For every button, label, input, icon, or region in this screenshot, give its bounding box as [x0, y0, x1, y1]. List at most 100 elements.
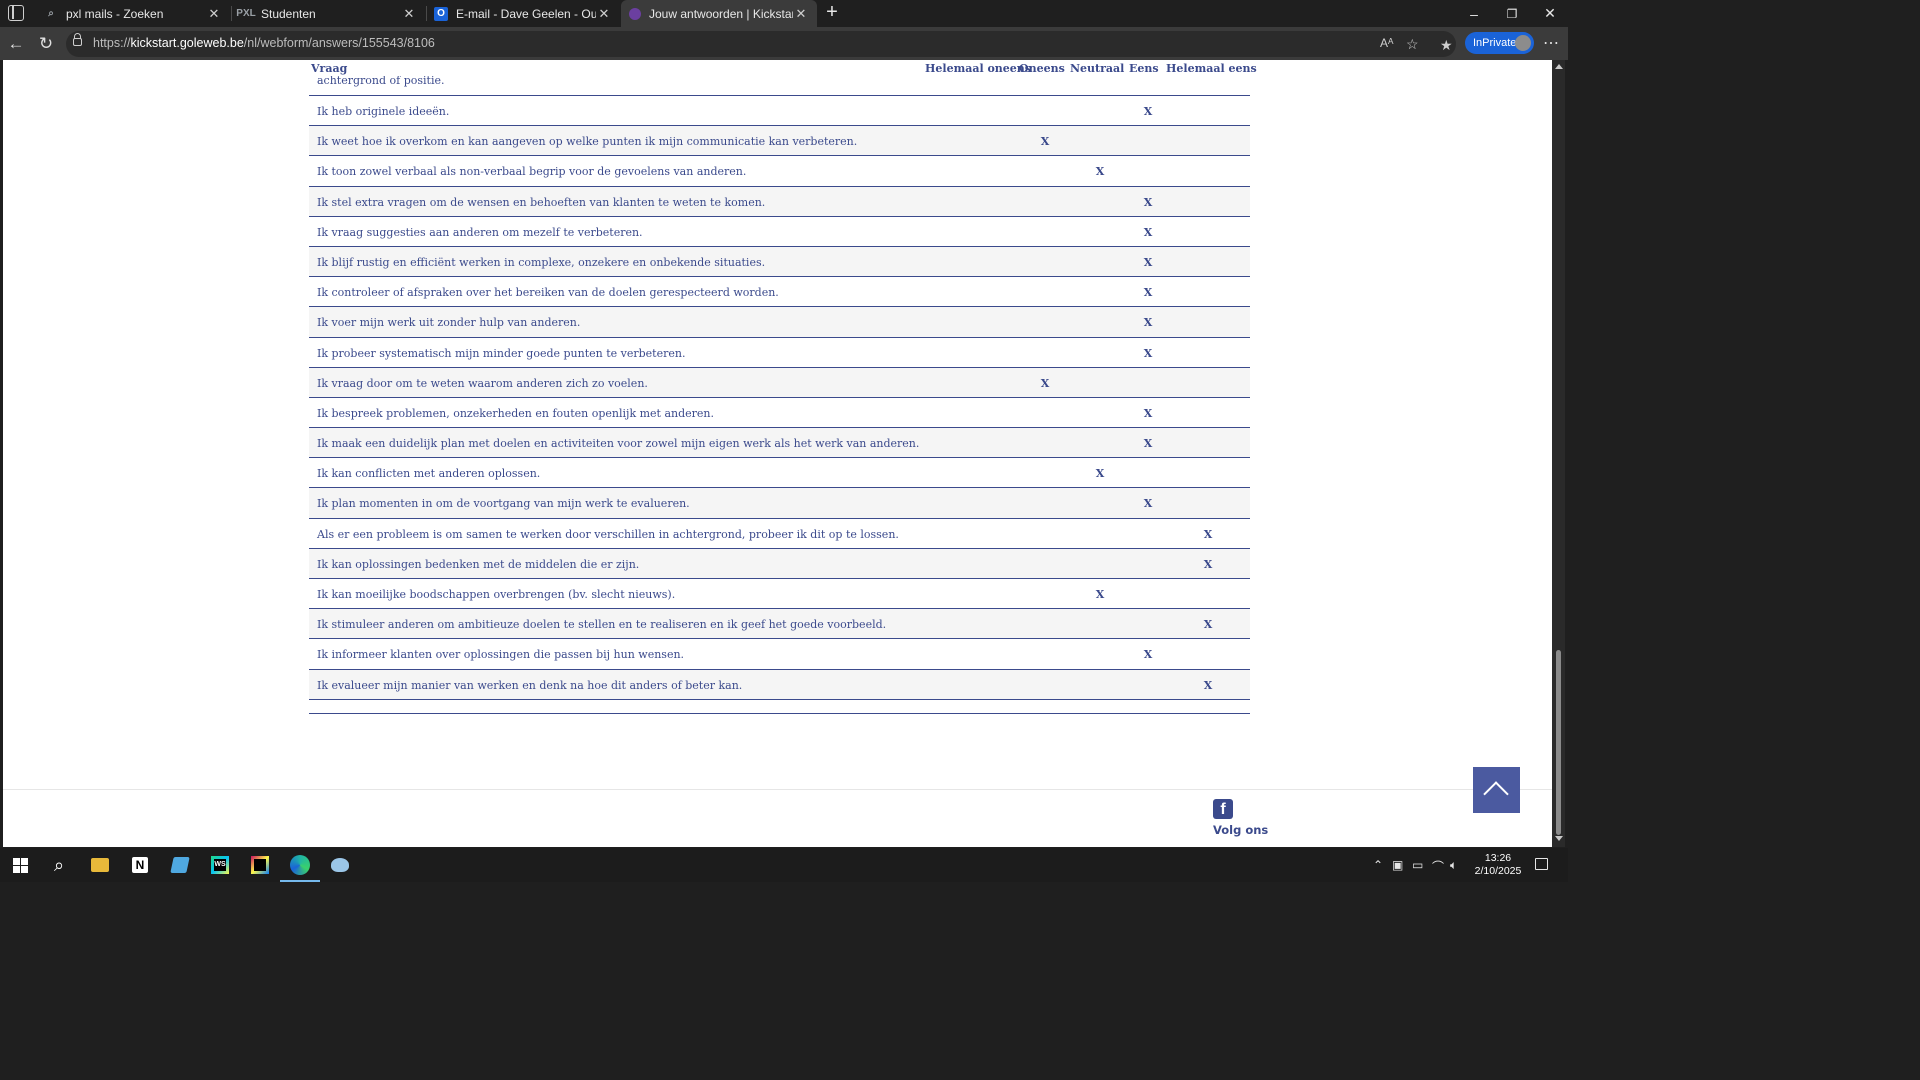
lock-icon[interactable] — [73, 33, 82, 46]
minimize-button[interactable]: – — [1455, 0, 1493, 27]
search-icon[interactable]: ⌕ — [47, 853, 71, 877]
answer-mark: X — [1203, 618, 1213, 632]
table-bottom-rule — [309, 713, 1250, 714]
answer-mark: X — [1095, 165, 1105, 179]
question-text: Ik blijf rustig en efficiënt werken in c… — [317, 255, 766, 269]
notification-icon[interactable] — [1535, 858, 1548, 870]
battery-icon[interactable]: ▭ — [1412, 858, 1423, 872]
webstorm-icon[interactable]: WS — [208, 853, 232, 877]
table-row: Ik vraag door om te weten waarom anderen… — [309, 367, 1250, 398]
answer-mark: X — [1040, 135, 1050, 149]
answer-mark: X — [1095, 467, 1105, 481]
table-row: Ik evalueer mijn manier van werken en de… — [309, 669, 1250, 700]
scroll-up-arrow-icon[interactable] — [1555, 64, 1563, 69]
header-helemaal-eens: Helemaal eens — [1166, 62, 1257, 75]
header-eens: Eens — [1129, 62, 1159, 75]
address-bar[interactable]: https://kickstart.goleweb.be/nl/webform/… — [66, 31, 1456, 57]
read-aloud-icon[interactable]: Aᴬ — [1380, 36, 1393, 50]
clock-date: 2/10/2025 — [1474, 865, 1522, 877]
question-text: Ik vraag suggesties aan anderen om mezel… — [317, 225, 643, 239]
close-icon[interactable]: ✕ — [793, 6, 809, 22]
kickstart-icon — [629, 7, 641, 20]
url-text[interactable]: https://kickstart.goleweb.be/nl/webform/… — [93, 36, 435, 50]
clock-time: 13:26 — [1484, 852, 1512, 864]
tab-kickstart[interactable]: Jouw antwoorden | Kickstart - Ler ✕ — [621, 0, 817, 27]
answer-mark: X — [1095, 588, 1105, 601]
question-text: Ik maak een duidelijk plan met doelen en… — [317, 437, 920, 451]
question-text: Ik controleer of afspraken over het bere… — [317, 286, 779, 300]
pinned-app-icon[interactable] — [328, 853, 352, 877]
tab-actions-icon[interactable] — [8, 5, 24, 21]
header-helemaal-oneens: Helemaal oneens — [925, 62, 1031, 75]
header-oneens: Oneens — [1019, 62, 1065, 75]
meet-now-icon[interactable]: ▣ — [1392, 858, 1403, 872]
answer-mark: X — [1203, 678, 1213, 692]
question-text: Ik kan conflicten met anderen oplossen. — [317, 467, 541, 481]
close-icon[interactable]: ✕ — [596, 6, 612, 22]
favorite-star-icon[interactable]: ☆ — [1406, 36, 1419, 53]
table-row: Ik controleer of afspraken over het bere… — [309, 277, 1250, 308]
back-button[interactable]: ← — [5, 33, 27, 55]
rider-icon[interactable] — [248, 853, 272, 877]
question-text: Ik bespreek problemen, onzekerheden en f… — [317, 406, 715, 420]
table-row: Ik blijf rustig en efficiënt werken in c… — [309, 246, 1250, 278]
wifi-icon[interactable]: ⌒ — [1432, 858, 1444, 875]
more-menu-icon[interactable]: ⋯ — [1543, 33, 1559, 53]
question-text: Ik kan oplossingen bedenken met de midde… — [317, 557, 640, 571]
search-icon: ⌕ — [48, 8, 54, 19]
tab-strip: ⌕ pxl mails - Zoeken ✕ PXL Studenten ✕ O… — [0, 0, 1568, 27]
scroll-to-top-button[interactable] — [1473, 767, 1520, 813]
restore-button[interactable]: ❐ — [1493, 0, 1531, 27]
facebook-icon[interactable]: f — [1213, 799, 1233, 819]
scrollbar-thumb[interactable] — [1556, 650, 1561, 835]
question-text: Ik stimuleer anderen om ambitieuze doele… — [317, 618, 887, 632]
answer-mark: X — [1143, 286, 1153, 300]
start-button[interactable] — [8, 853, 32, 877]
answer-mark: X — [1143, 406, 1153, 420]
answer-mark: X — [1143, 437, 1153, 451]
scroll-down-arrow-icon[interactable] — [1555, 836, 1563, 841]
question-text: Als er een probleem is om samen te werke… — [317, 527, 899, 541]
new-tab-button[interactable]: + — [822, 2, 842, 23]
table-row: Ik kan oplossingen bedenken met de midde… — [309, 548, 1250, 579]
table-row: Ik probeer systematisch mijn minder goed… — [309, 337, 1250, 368]
question-text: Ik toon zowel verbaal als non-verbaal be… — [317, 165, 747, 179]
refresh-button[interactable]: ↻ — [35, 33, 57, 55]
page-viewport: achtergrond of positie. Vraag Helemaal o… — [3, 60, 1552, 847]
table-row: Ik vraag suggesties aan anderen om mezel… — [309, 216, 1250, 247]
scratchpad-icon[interactable] — [168, 853, 192, 877]
volume-icon[interactable]: 🔈︎ — [1450, 858, 1457, 873]
pxl-icon: PXL — [236, 8, 256, 19]
footer-divider — [3, 789, 1552, 790]
inprivate-badge[interactable]: InPrivate — [1465, 32, 1534, 54]
taskbar-clock[interactable]: 13:26 2/10/2025 — [1472, 852, 1524, 878]
question-text: Ik vraag door om te weten waarom anderen… — [317, 376, 648, 390]
answer-mark: X — [1143, 195, 1153, 209]
favorites-icon[interactable]: ★ — [1440, 37, 1453, 54]
question-text: Ik stel extra vragen om de wensen en beh… — [317, 195, 766, 209]
tab-outlook[interactable]: O E-mail - Dave Geelen - Outlook ✕ — [426, 0, 620, 27]
close-window-button[interactable]: ✕ — [1531, 0, 1569, 27]
follow-us-link[interactable]: Volg ons — [1213, 823, 1268, 837]
page-scrollbar[interactable] — [1552, 60, 1565, 847]
answer-mark: X — [1203, 557, 1213, 571]
question-text: Ik probeer systematisch mijn minder goed… — [317, 346, 686, 360]
header-neutraal: Neutraal — [1070, 62, 1125, 75]
file-explorer-icon[interactable] — [88, 853, 112, 877]
question-text: Ik heb originele ideeën. — [317, 105, 450, 118]
notion-icon[interactable]: N — [128, 853, 152, 877]
chevron-up-icon[interactable]: ⌃ — [1373, 858, 1383, 872]
table-row: Ik informeer klanten over oplossingen di… — [309, 639, 1250, 670]
inprivate-label: InPrivate — [1473, 37, 1517, 49]
header-vraag: Vraag — [311, 62, 348, 75]
close-icon[interactable]: ✕ — [206, 6, 222, 22]
edge-icon[interactable] — [280, 853, 320, 882]
tab-pxl-mails[interactable]: ⌕ pxl mails - Zoeken ✕ — [36, 0, 230, 27]
table-row: Als er een probleem is om samen te werke… — [309, 518, 1250, 549]
answer-mark: X — [1143, 346, 1153, 360]
tab-studenten[interactable]: PXL Studenten ✕ — [231, 0, 425, 27]
table-body: Ik heb originele ideeën. X Ik weet hoe ik … — [309, 96, 1250, 700]
question-text: Ik informeer klanten over oplossingen di… — [317, 648, 685, 662]
table-row: Ik kan conflicten met anderen oplossen. X — [309, 458, 1250, 489]
close-icon[interactable]: ✕ — [401, 6, 417, 22]
